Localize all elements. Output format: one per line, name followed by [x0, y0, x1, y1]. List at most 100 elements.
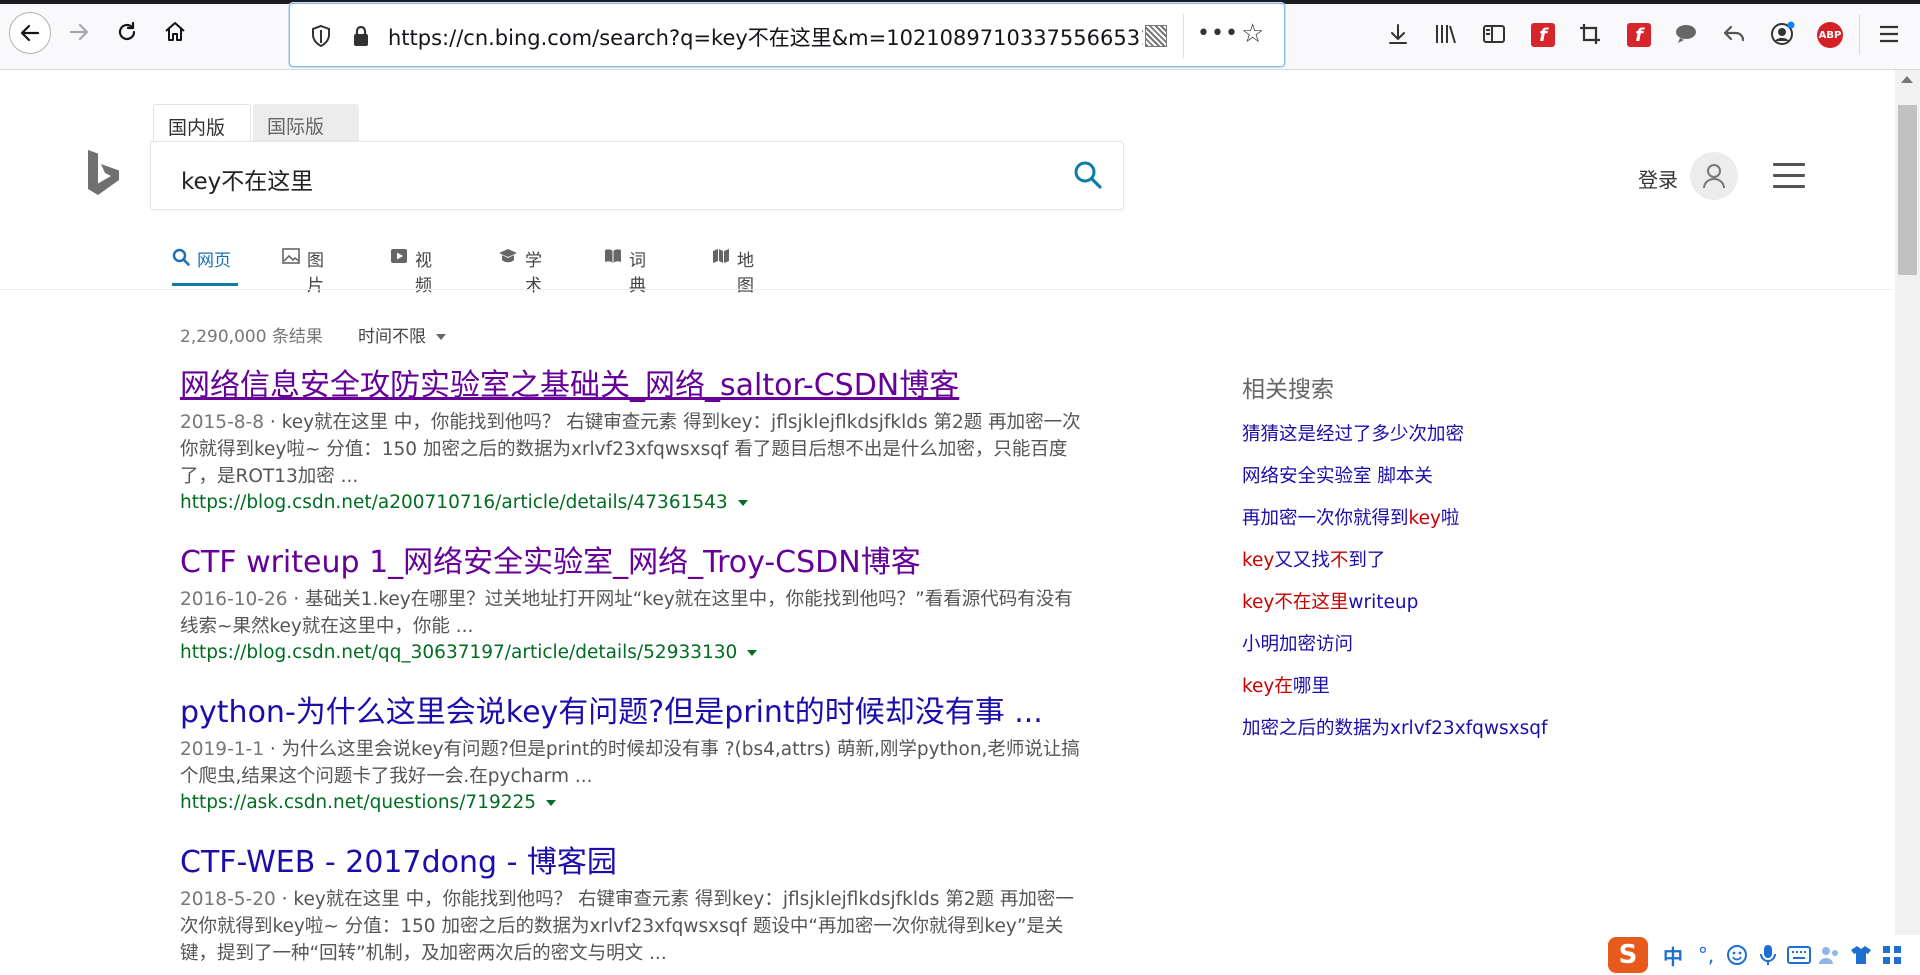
related-search-text[interactable]: key	[1409, 508, 1441, 529]
related-search-text[interactable]: 又又找	[1274, 550, 1330, 571]
scroll-up-arrow-icon[interactable]	[1901, 76, 1913, 83]
search-input[interactable]: key不在这里	[181, 162, 313, 196]
result-url[interactable]: https://ask.csdn.net/questions/719225	[180, 792, 1100, 813]
browser-toolbar: https://cn.bing.com/search?q=key不在这里&m=1…	[0, 0, 1920, 70]
chevron-down-icon[interactable]	[737, 500, 748, 506]
result-url-text[interactable]: https://blog.csdn.net/qq_30637197/articl…	[180, 642, 737, 663]
emoji-icon[interactable]	[1724, 940, 1750, 970]
bookmark-star-icon[interactable]: ☆	[1241, 19, 1264, 49]
url-text[interactable]: https://cn.bing.com/search?q=key不在这里&m=1…	[388, 22, 1143, 52]
tab-domestic[interactable]: 国内版	[153, 104, 251, 142]
qr-code-icon[interactable]	[1145, 25, 1167, 47]
related-search-text[interactable]: 在	[1274, 676, 1293, 697]
flash-icon[interactable]: f	[1531, 23, 1555, 47]
flash-extension-icon[interactable]: f	[1627, 23, 1651, 47]
result-snippet: 2015-8-8 · key就在这里 中，你能找到他吗？ 右键审查元素 得到ke…	[180, 412, 1081, 487]
reload-icon	[118, 21, 136, 41]
address-bar[interactable]: https://cn.bing.com/search?q=key不在这里&m=1…	[289, 3, 1285, 67]
ime-mode-toggle[interactable]: 中	[1658, 940, 1688, 970]
account-icon[interactable]	[1767, 19, 1797, 49]
search-result: python-为什么这里会说key有问题?但是print的时候却没有事 ... …	[180, 694, 1100, 813]
bing-logo-icon[interactable]	[86, 148, 122, 202]
result-url[interactable]: https://blog.csdn.net/a200710716/article…	[180, 492, 1100, 513]
page-actions-menu-icon[interactable]: •••	[1197, 21, 1239, 46]
downloads-icon[interactable]	[1383, 19, 1413, 49]
result-title-link[interactable]: python-为什么这里会说key有问题?但是print的时候却没有事 ...	[180, 694, 1100, 732]
tracking-shield-icon[interactable]	[310, 24, 332, 52]
related-search-text[interactable]: key不在这里	[1242, 592, 1348, 613]
adblock-plus-icon[interactable]: ABP	[1817, 22, 1843, 48]
keyboard-icon[interactable]	[1786, 940, 1812, 970]
related-search-text[interactable]: writeup	[1348, 592, 1418, 613]
related-search-link[interactable]: 小明加密访问	[1242, 633, 1642, 657]
map-icon	[712, 248, 730, 269]
related-search-text[interactable]: 啦	[1441, 508, 1460, 529]
chat-bubble-icon[interactable]	[1671, 19, 1701, 49]
tab-academic[interactable]: 学术	[498, 246, 542, 296]
result-snippet-text: key就在这里 中，你能找到他吗？ 右键审查元素 得到key：jflsjklej…	[180, 412, 1081, 487]
related-search-link[interactable]: key又又找不到了	[1242, 549, 1642, 573]
chevron-down-icon[interactable]	[747, 650, 758, 656]
hamburger-menu-icon[interactable]	[1773, 163, 1805, 196]
time-filter-dropdown[interactable]: 时间不限	[358, 322, 446, 347]
microphone-icon[interactable]	[1755, 940, 1781, 970]
app-menu-icon[interactable]	[1874, 19, 1904, 49]
result-snippet: 2016-10-26 · 基础关1.key在哪里？过关地址打开网址“key就在这…	[180, 589, 1073, 637]
chevron-down-icon[interactable]	[546, 800, 557, 806]
related-search-link[interactable]: key在哪里	[1242, 675, 1642, 699]
signin-link[interactable]: 登录	[1638, 164, 1678, 193]
tab-web[interactable]: 网页	[172, 246, 238, 286]
search-result: 网络信息安全攻防实验室之基础关_网络_saltor-CSDN博客 2015-8-…	[180, 367, 1100, 513]
user-group-icon[interactable]	[1817, 940, 1843, 970]
search-box[interactable]: key不在这里	[150, 141, 1124, 210]
header-divider	[0, 289, 1893, 290]
related-search-text[interactable]: 网络安全实验室 脚本关	[1242, 466, 1433, 487]
ime-punctuation-toggle[interactable]: °,	[1693, 940, 1719, 970]
related-search-text[interactable]: 不	[1330, 550, 1349, 571]
result-title-link[interactable]: CTF writeup 1_网络安全实验室_网络_Troy-CSDN博客	[180, 544, 1100, 582]
lock-icon[interactable]	[352, 24, 370, 52]
related-search-text[interactable]: 到了	[1348, 550, 1385, 571]
forward-button[interactable]	[60, 13, 98, 51]
sogou-logo-icon[interactable]: S	[1608, 937, 1648, 973]
reload-button[interactable]	[108, 13, 146, 51]
related-search-text[interactable]: 再加密一次你就得到	[1242, 508, 1409, 529]
related-search-text[interactable]: 哪里	[1293, 676, 1330, 697]
related-search-text[interactable]: key	[1242, 550, 1274, 571]
related-search-text[interactable]: key	[1242, 676, 1274, 697]
related-search-text[interactable]: 小明加密访问	[1242, 634, 1353, 655]
related-search-text[interactable]: 猜猜这是经过了多少次加密	[1242, 424, 1464, 445]
tab-dictionary[interactable]: 词典	[604, 246, 646, 296]
related-search-link[interactable]: 猜猜这是经过了多少次加密	[1242, 423, 1642, 447]
result-url-text[interactable]: https://blog.csdn.net/a200710716/article…	[180, 492, 728, 513]
related-search-link[interactable]: 再加密一次你就得到key啦	[1242, 507, 1642, 531]
related-search-link[interactable]: key不在这里writeup	[1242, 591, 1642, 615]
toolbox-grid-icon[interactable]	[1879, 940, 1905, 970]
page-scrollbar[interactable]	[1895, 70, 1920, 975]
undo-arrow-icon[interactable]	[1719, 19, 1749, 49]
skin-shirt-icon[interactable]	[1848, 940, 1874, 970]
result-title-link[interactable]: 网络信息安全攻防实验室之基础关_网络_saltor-CSDN博客	[180, 367, 1100, 405]
tab-international[interactable]: 国际版	[253, 104, 359, 142]
sidebar-icon[interactable]	[1479, 19, 1509, 49]
result-url-text[interactable]: https://ask.csdn.net/questions/719225	[180, 792, 536, 813]
result-title-link[interactable]: CTF-WEB - 2017dong - 博客园	[180, 844, 1100, 882]
tab-maps[interactable]: 地图	[712, 246, 754, 296]
screenshot-crop-icon[interactable]	[1575, 19, 1605, 49]
ime-toolbar: S 中 °,	[1608, 935, 1920, 975]
library-icon[interactable]	[1431, 19, 1461, 49]
avatar[interactable]	[1690, 152, 1738, 200]
related-search-link[interactable]: 加密之后的数据为xrlvf23xfqwsxsqf	[1242, 717, 1642, 741]
related-search-text[interactable]: 加密之后的数据为xrlvf23xfqwsxsqf	[1242, 718, 1548, 739]
tab-images[interactable]: 图片	[282, 246, 324, 296]
related-search-link[interactable]: 网络安全实验室 脚本关	[1242, 465, 1642, 489]
urlbar-separator	[1183, 14, 1184, 58]
scrollbar-thumb[interactable]	[1898, 105, 1917, 275]
result-count: 2,290,000 条结果	[180, 327, 323, 347]
back-button[interactable]	[9, 12, 51, 54]
search-icon[interactable]	[1073, 160, 1103, 194]
tab-videos[interactable]: 视频	[390, 246, 432, 296]
home-button[interactable]	[156, 13, 194, 51]
related-list: 猜猜这是经过了多少次加密 网络安全实验室 脚本关 再加密一次你就得到key啦 key又…	[1242, 423, 1642, 741]
result-url[interactable]: https://blog.csdn.net/qq_30637197/articl…	[180, 642, 1100, 663]
